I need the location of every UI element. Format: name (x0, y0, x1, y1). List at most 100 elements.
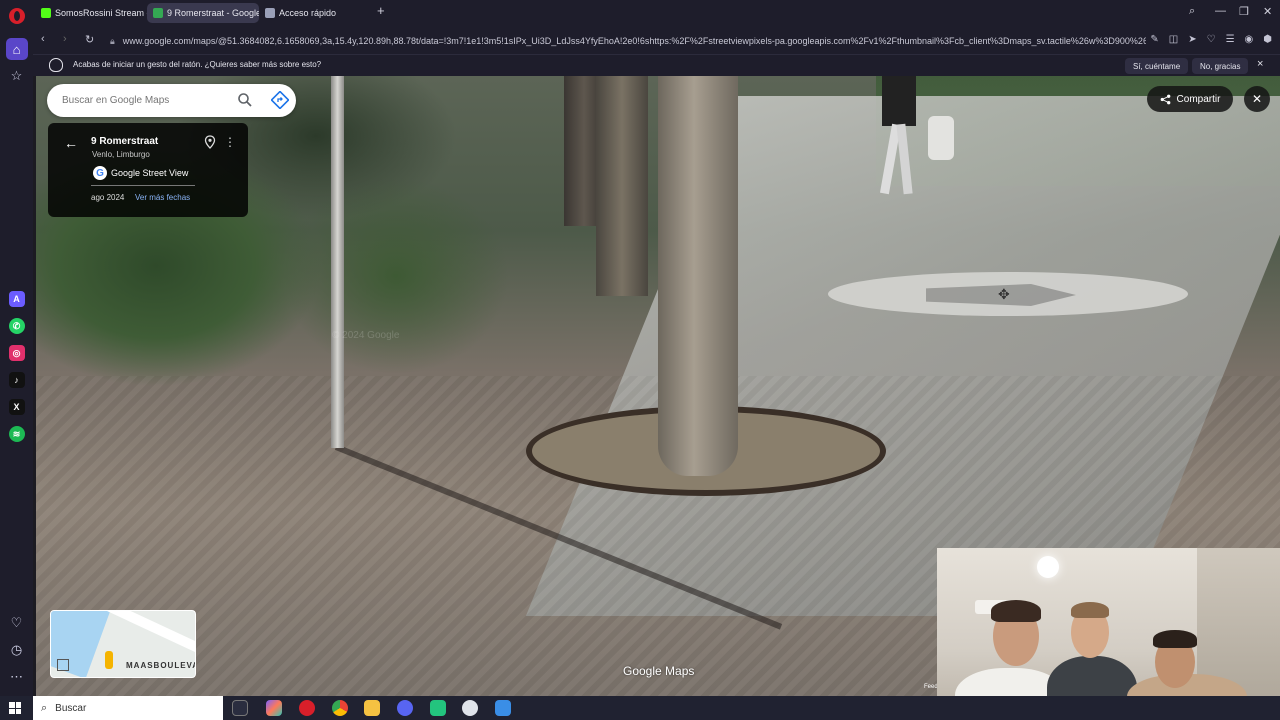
more-dates-link[interactable]: Ver más fechas (135, 193, 190, 202)
reload-icon[interactable]: ↻ (85, 33, 94, 46)
copyright-watermark: © 2024 Google (332, 330, 400, 341)
google-logo-icon: G (93, 166, 107, 180)
close-window-button[interactable]: ✕ (1263, 5, 1272, 18)
tab-bar: SomosRossini Stream - W 9 Romerstraat - … (33, 0, 1280, 27)
capture-date: ago 2024 (91, 193, 125, 202)
provider-label: Google Street View (111, 168, 189, 178)
tree-trunk (596, 76, 648, 296)
search-icon[interactable] (237, 92, 253, 108)
address-bar-actions: ✎ ◫ ➤ ♡ ☰ ◉ ⬢ (1150, 34, 1272, 45)
back-arrow-icon[interactable]: ‹ (41, 33, 45, 45)
directions-icon[interactable] (271, 91, 289, 109)
file-explorer-icon[interactable] (364, 700, 380, 716)
opera-taskbar-icon[interactable] (299, 700, 315, 716)
task-view-icon[interactable] (232, 700, 248, 716)
vpn-icon[interactable]: ⬢ (1263, 34, 1272, 45)
profile-icon[interactable]: ◉ (1245, 34, 1254, 45)
home-icon[interactable]: ⌂ (5, 38, 28, 60)
forward-arrow-icon[interactable]: › (63, 33, 67, 45)
share-button[interactable]: Compartir (1147, 86, 1233, 112)
url-text: www.google.com/maps/@51.3684082,6.165806… (122, 36, 1146, 46)
whatsapp-icon[interactable]: ✆ (6, 315, 28, 337)
tab-label: 9 Romerstraat - Google M (167, 8, 259, 18)
tab-speed-dial[interactable]: Acceso rápido (259, 3, 359, 23)
back-arrow-icon[interactable]: ← (64, 135, 78, 151)
taskbar-search-label: Buscar (55, 702, 87, 714)
place-subtitle: Venlo, Limburgo (92, 150, 150, 159)
pegman-icon[interactable] (105, 651, 113, 669)
google-maps-watermark: Google Maps (623, 664, 695, 678)
move-cursor-icon: ✥ (998, 286, 1010, 302)
feedback-link[interactable]: Feed (924, 684, 938, 690)
maps-search-box[interactable] (47, 84, 296, 117)
person-1-hair (991, 600, 1041, 622)
kick-favicon-icon (41, 8, 51, 18)
mouse-icon (49, 58, 63, 72)
tree-trunk-main (658, 76, 738, 476)
address-bar-row: ‹ › ↻ 🔒︎ www.google.com/maps/@51.3684082… (33, 27, 1280, 54)
expand-map-icon[interactable] (57, 659, 69, 671)
speed-dial-favicon-icon (265, 8, 275, 18)
lock-icon: 🔒︎ (110, 35, 115, 46)
more-options-icon[interactable]: ⋮ (224, 135, 236, 149)
green-app-icon[interactable] (430, 700, 446, 716)
chrome-icon[interactable] (332, 700, 348, 716)
search-input[interactable] (62, 92, 227, 109)
webcam-overlay (937, 548, 1280, 720)
taskbar-search-box[interactable]: ⌕ Buscar (33, 696, 223, 720)
x-twitter-icon[interactable]: X (6, 396, 28, 418)
history-icon[interactable]: ◷ (6, 639, 28, 661)
discord-icon[interactable] (397, 700, 413, 716)
windows-taskbar: ⌕ Buscar (0, 696, 1280, 720)
easy-setup-icon[interactable]: ☰ (1226, 34, 1235, 45)
tab-label: Acceso rápido (279, 8, 337, 18)
share-label: Compartir (1176, 93, 1221, 105)
place-info-card: ← 9 Romerstraat Venlo, Limburgo ⋮ G Goog… (48, 123, 248, 217)
ceiling-lamp (1037, 556, 1059, 578)
location-pin-icon[interactable] (204, 135, 216, 149)
heart-icon[interactable]: ♡ (6, 612, 28, 634)
edit-icon[interactable]: ✎ (1150, 34, 1158, 45)
search-icon: ⌕ (41, 701, 48, 714)
url-field[interactable]: 🔒︎ www.google.com/maps/@51.3684082,6.165… (110, 31, 1146, 51)
browser-sidebar: ⌂ ☆ A ✆ ◎ ♪ X ≋ ♡ ◷ ⋯ (0, 0, 33, 696)
minimap-road (94, 611, 195, 656)
share-icon (1160, 94, 1170, 104)
search-tabs-icon[interactable]: ⌕ (1189, 5, 1195, 18)
tiktok-icon[interactable]: ♪ (6, 369, 28, 391)
tab-kick-stream[interactable]: SomosRossini Stream - W (35, 3, 147, 23)
minimap[interactable]: MAASBOULEVA (50, 610, 196, 678)
copilot-icon[interactable] (266, 700, 282, 716)
person-3-hair (1153, 630, 1197, 648)
star-icon[interactable]: ☆ (6, 65, 28, 87)
aria-icon[interactable]: A (6, 288, 28, 310)
more-icon[interactable]: ⋯ (6, 666, 28, 688)
windows-start-icon[interactable] (9, 702, 21, 714)
send-icon[interactable]: ➤ (1188, 34, 1196, 45)
decline-button[interactable]: No, gracias (1192, 58, 1249, 74)
instagram-icon[interactable]: ◎ (6, 342, 28, 364)
new-tab-button[interactable]: + (377, 3, 385, 18)
minimap-street-label: MAASBOULEVA (126, 661, 196, 670)
tab-label: SomosRossini Stream - W (55, 8, 147, 18)
clock-app-icon[interactable] (462, 700, 478, 716)
person-2-hair (1071, 602, 1109, 618)
divider (91, 185, 195, 186)
snapshot-icon[interactable]: ◫ (1169, 34, 1178, 45)
place-title: 9 Romerstraat (91, 136, 159, 147)
lamp-pole (331, 76, 344, 448)
opera-logo-icon[interactable] (8, 8, 25, 24)
close-street-view-button[interactable]: ✕ (1244, 86, 1270, 112)
restore-button[interactable]: ❐ (1239, 5, 1249, 18)
spotify-icon[interactable]: ≋ (6, 423, 28, 445)
maps-favicon-icon (153, 8, 163, 18)
minimize-button[interactable]: — (1215, 5, 1226, 17)
notification-close-button[interactable]: × (1257, 58, 1263, 70)
pedestrian (879, 76, 954, 201)
mouse-gesture-notification: Acabas de iniciar un gesto del ratón. ¿Q… (33, 54, 1280, 76)
accept-button[interactable]: Sí, cuéntame (1125, 58, 1189, 74)
notification-text: Acabas de iniciar un gesto del ratón. ¿Q… (73, 60, 322, 69)
blue-app-icon[interactable] (495, 700, 511, 716)
tab-google-maps[interactable]: 9 Romerstraat - Google M (147, 3, 259, 23)
bookmark-heart-icon[interactable]: ♡ (1207, 34, 1216, 45)
